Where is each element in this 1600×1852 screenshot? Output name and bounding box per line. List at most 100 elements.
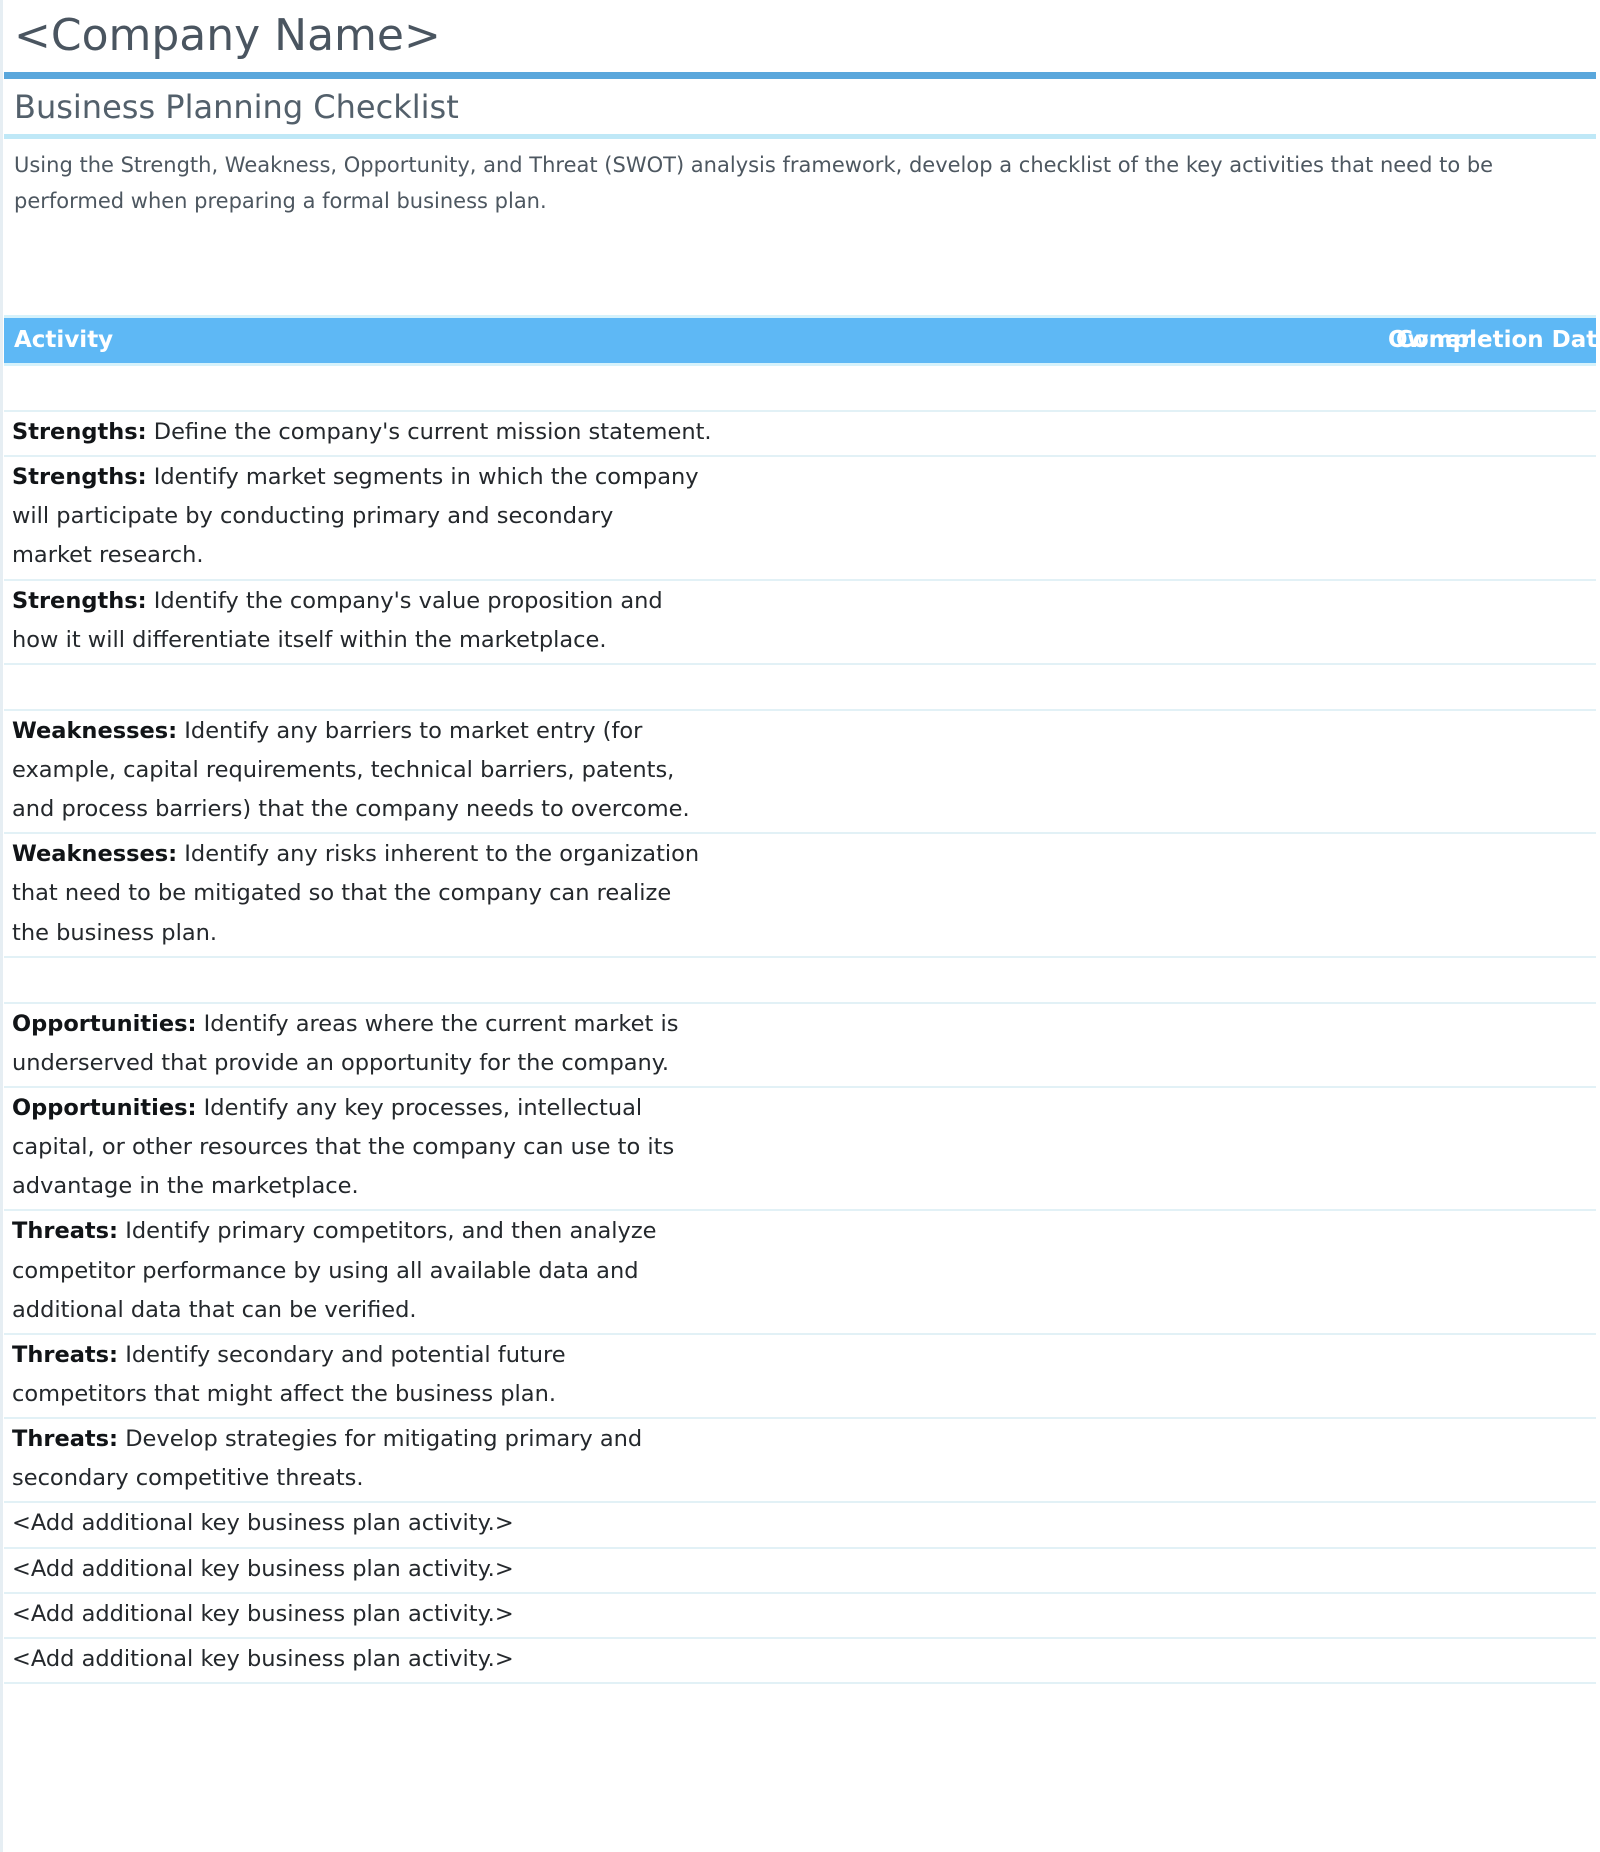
table-row[interactable]: Opportunities: Identify areas where the … xyxy=(4,1002,1596,1088)
cell-completion-date[interactable] xyxy=(1367,579,1596,665)
activity-category-label: Strengths: xyxy=(12,419,147,446)
cell-activity[interactable] xyxy=(4,663,1068,711)
cell-completion-date[interactable] xyxy=(1367,1637,1596,1684)
cell-activity[interactable]: Threats: Identify secondary and potentia… xyxy=(4,1333,1068,1420)
cell-owner[interactable] xyxy=(1067,1547,1368,1594)
cell-completion-date[interactable] xyxy=(1367,1502,1596,1549)
column-header-owner[interactable]: Owner xyxy=(1068,315,1472,367)
column-header-completion-date[interactable]: Completion Date xyxy=(1368,315,1600,367)
table-row[interactable] xyxy=(4,663,1596,711)
cell-owner[interactable] xyxy=(1067,456,1368,581)
activity-description: <Add additional key business plan activi… xyxy=(12,1645,514,1672)
cell-completion-date[interactable] xyxy=(1367,663,1596,711)
activity-text: Opportunities: Identify any key processe… xyxy=(12,1089,1061,1206)
left-edge-accent xyxy=(0,0,3,1852)
cell-completion-date[interactable] xyxy=(1367,456,1596,581)
cell-owner[interactable] xyxy=(1067,1002,1368,1088)
table-header-row: Activity Owner Completion Date xyxy=(4,315,1600,367)
cell-completion-date[interactable] xyxy=(1367,364,1596,413)
activity-text: <Add additional key business plan activi… xyxy=(12,1550,1061,1589)
table-row[interactable]: Strengths: Identify market segments in w… xyxy=(4,456,1596,581)
checklist-table-head: Activity Owner Completion Date xyxy=(4,315,1600,367)
cell-completion-date[interactable] xyxy=(1367,1086,1596,1212)
cell-activity[interactable]: Strengths: Identify the company's value … xyxy=(4,579,1068,665)
activity-category-label: Weaknesses: xyxy=(12,717,178,744)
cell-activity[interactable]: <Add additional key business plan activi… xyxy=(4,1637,1068,1684)
table-row[interactable]: Strengths: Identify the company's value … xyxy=(4,579,1596,665)
cell-owner[interactable] xyxy=(1067,1637,1368,1684)
activity-text: <Add additional key business plan activi… xyxy=(12,1504,1061,1543)
cell-completion-date[interactable] xyxy=(1367,1333,1596,1420)
table-row[interactable]: Threats: Identify secondary and potentia… xyxy=(4,1333,1596,1420)
checklist-table: Activity Owner Completion Date Strengths… xyxy=(4,315,1600,1684)
cell-activity[interactable]: Threats: Develop strategies for mitigati… xyxy=(4,1418,1068,1504)
table-row[interactable] xyxy=(4,956,1596,1004)
table-row[interactable] xyxy=(4,364,1596,413)
cell-activity[interactable]: Threats: Identify primary competitors, a… xyxy=(4,1210,1068,1335)
cell-completion-date[interactable] xyxy=(1367,1547,1596,1594)
cell-activity[interactable]: Weaknesses: Identify any barriers to mar… xyxy=(4,709,1068,835)
cell-completion-date[interactable] xyxy=(1367,1002,1596,1088)
table-row[interactable]: <Add additional key business plan activi… xyxy=(4,1637,1596,1684)
activity-text: Strengths: Identify market segments in w… xyxy=(12,458,1061,575)
activity-text: Opportunities: Identify areas where the … xyxy=(12,1005,1061,1083)
cell-activity[interactable]: <Add additional key business plan activi… xyxy=(4,1502,1068,1549)
column-header-activity[interactable]: Activity xyxy=(4,315,1068,367)
table-row[interactable]: Weaknesses: Identify any risks inherent … xyxy=(4,833,1596,958)
cell-activity[interactable] xyxy=(4,956,1068,1004)
activity-text: Threats: Develop strategies for mitigati… xyxy=(12,1420,1061,1498)
cell-owner[interactable] xyxy=(1067,956,1368,1004)
cell-owner[interactable] xyxy=(1067,1502,1368,1549)
cell-owner[interactable] xyxy=(1067,663,1368,711)
table-row[interactable]: <Add additional key business plan activi… xyxy=(4,1592,1596,1639)
cell-completion-date[interactable] xyxy=(1367,1210,1596,1335)
cell-owner[interactable] xyxy=(1067,1333,1368,1420)
cell-completion-date[interactable] xyxy=(1367,956,1596,1004)
cell-activity[interactable]: <Add additional key business plan activi… xyxy=(4,1592,1068,1639)
activity-category-label: Threats: xyxy=(12,1341,119,1368)
cell-completion-date[interactable] xyxy=(1367,411,1596,458)
activity-description: <Add additional key business plan activi… xyxy=(12,1555,514,1582)
cell-owner[interactable] xyxy=(1067,579,1368,665)
company-name-field[interactable]: <Company Name> xyxy=(4,0,1596,72)
table-row[interactable]: Threats: Identify primary competitors, a… xyxy=(4,1210,1596,1335)
cell-owner[interactable] xyxy=(1067,1086,1368,1212)
document-content: <Company Name> Business Planning Checkli… xyxy=(4,0,1600,1684)
table-row[interactable]: Threats: Develop strategies for mitigati… xyxy=(4,1418,1596,1504)
table-row[interactable]: <Add additional key business plan activi… xyxy=(4,1502,1596,1549)
cell-activity[interactable]: <Add additional key business plan activi… xyxy=(4,1547,1068,1594)
cell-owner[interactable] xyxy=(1067,709,1368,835)
cell-completion-date[interactable] xyxy=(1367,1592,1596,1639)
table-row[interactable]: Weaknesses: Identify any barriers to mar… xyxy=(4,709,1596,835)
cell-completion-date[interactable] xyxy=(1367,709,1596,835)
title-divider-primary xyxy=(4,72,1596,79)
cell-owner[interactable] xyxy=(1067,1592,1368,1639)
activity-category-label: Opportunities: xyxy=(12,1094,197,1121)
table-row[interactable]: Strengths: Define the company's current … xyxy=(4,411,1596,458)
table-row[interactable]: Opportunities: Identify any key processe… xyxy=(4,1086,1596,1212)
activity-category-label: Weaknesses: xyxy=(12,841,178,868)
cell-completion-date[interactable] xyxy=(1367,1418,1596,1504)
page-title: Business Planning Checklist xyxy=(14,88,459,126)
cell-owner[interactable] xyxy=(1067,364,1368,413)
activity-description: <Add additional key business plan activi… xyxy=(12,1510,514,1537)
cell-owner[interactable] xyxy=(1067,411,1368,458)
activity-category-label: Strengths: xyxy=(12,587,147,614)
activity-category-label: Opportunities: xyxy=(12,1010,197,1037)
cell-activity[interactable]: Strengths: Define the company's current … xyxy=(4,411,1068,458)
cell-owner[interactable] xyxy=(1067,1418,1368,1504)
cell-owner[interactable] xyxy=(1067,833,1368,958)
document-page: <Company Name> Business Planning Checkli… xyxy=(0,0,1600,1852)
cell-activity[interactable] xyxy=(4,364,1068,413)
activity-text: Weaknesses: Identify any barriers to mar… xyxy=(12,712,1061,829)
activity-text: Strengths: Define the company's current … xyxy=(12,413,1061,452)
table-row[interactable]: <Add additional key business plan activi… xyxy=(4,1547,1596,1594)
cell-activity[interactable]: Opportunities: Identify any key processe… xyxy=(4,1086,1068,1212)
activity-category-label: Threats: xyxy=(12,1426,119,1453)
activity-description: <Add additional key business plan activi… xyxy=(12,1600,514,1627)
cell-completion-date[interactable] xyxy=(1367,833,1596,958)
cell-activity[interactable]: Strengths: Identify market segments in w… xyxy=(4,456,1068,581)
cell-activity[interactable]: Opportunities: Identify areas where the … xyxy=(4,1002,1068,1088)
cell-activity[interactable]: Weaknesses: Identify any risks inherent … xyxy=(4,833,1068,958)
cell-owner[interactable] xyxy=(1067,1210,1368,1335)
